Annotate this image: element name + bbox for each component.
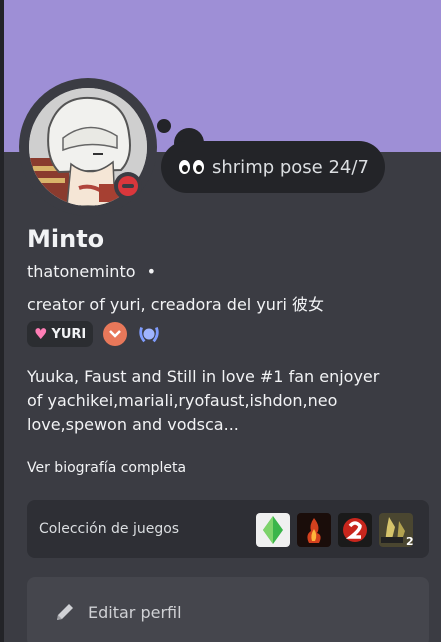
sims-plumbob-icon[interactable] <box>256 513 290 547</box>
game-collection[interactable]: Colección de juegos 2 <box>27 500 429 558</box>
pink-heart-icon: ♥ <box>34 325 48 343</box>
username-separator: • <box>146 262 157 281</box>
eyes-emoji-icon <box>179 160 204 174</box>
status-bubble-dot <box>157 119 171 133</box>
custom-status-text: shrimp pose 24/7 <box>212 156 369 178</box>
fire-game-icon[interactable] <box>297 513 331 547</box>
game-collection-label: Colección de juegos <box>39 521 180 537</box>
pencil-icon <box>57 604 73 620</box>
bio-line: of yachikei,mariali,ryofaust,ishdon,neo <box>27 391 338 410</box>
server-tag-label: YURI <box>51 326 87 342</box>
orange-chevron-icon[interactable] <box>103 322 128 346</box>
bio-text: Yuuka, Faust and Still in love #1 fan en… <box>27 365 422 437</box>
do-not-disturb-icon <box>118 176 138 196</box>
profile-card: shrimp pose 24/7 Minto thatoneminto • cr… <box>4 0 441 642</box>
edit-profile-button[interactable]: Editar perfil <box>27 577 429 642</box>
svg-text:2: 2 <box>406 535 413 547</box>
left4dead2-cover-icon[interactable]: 2 <box>379 513 413 547</box>
custom-status-bubble[interactable]: shrimp pose 24/7 <box>161 141 385 193</box>
username-row: thatoneminto • <box>27 262 156 281</box>
server-tag[interactable]: ♥ YURI <box>27 321 94 347</box>
bio-line: love,spewon and vodsca... <box>27 415 239 434</box>
see-full-bio-link[interactable]: Ver biografía completa <box>27 460 186 476</box>
left4dead2-icon[interactable] <box>338 513 372 547</box>
username[interactable]: thatoneminto <box>27 262 136 281</box>
bio-line: Yuuka, Faust and Still in love #1 fan en… <box>27 367 380 386</box>
pronouns-tagline: creator of yuri, creadora del yuri 彼女 <box>27 295 325 314</box>
blue-laurel-icon[interactable] <box>137 322 161 346</box>
badge-row: ♥ YURI <box>27 320 161 348</box>
display-name: Minto <box>27 225 105 253</box>
edit-profile-label: Editar perfil <box>88 602 182 622</box>
